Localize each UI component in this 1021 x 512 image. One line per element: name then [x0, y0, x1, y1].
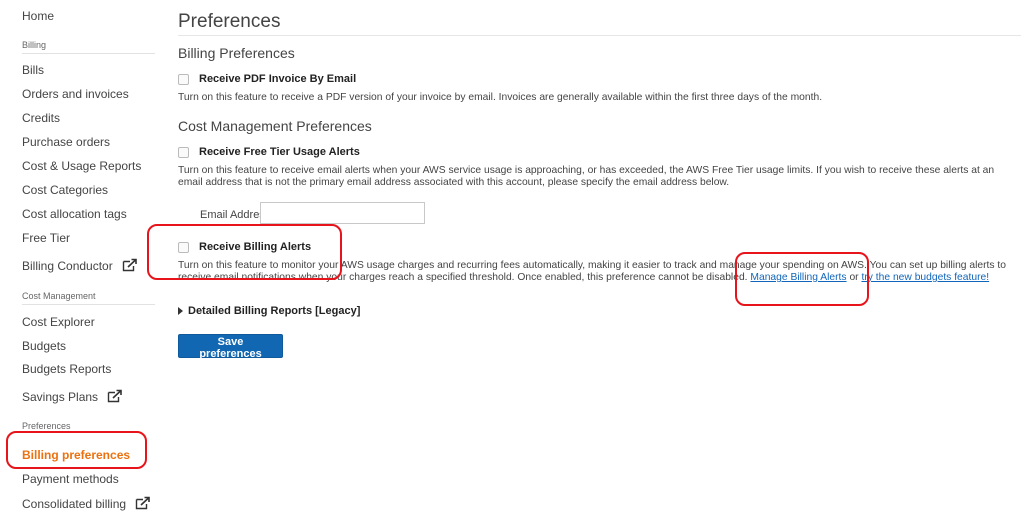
detailed-billing-reports-toggle[interactable]: Detailed Billing Reports [Legacy]	[178, 305, 360, 317]
manage-billing-alerts-link[interactable]: Manage Billing Alerts	[750, 272, 846, 283]
sidebar-item-label: Savings Plans	[22, 390, 99, 404]
billing-alerts-description: Turn on this feature to monitor your AWS…	[178, 260, 1018, 284]
billing-alerts-option: Receive Billing Alerts	[178, 240, 311, 254]
sidebar-item-cost-explorer[interactable]: Cost Explorer	[22, 315, 95, 329]
main-content: Preferences Billing Preferences Receive …	[178, 0, 1021, 512]
sidebar-item-orders-and-invoices[interactable]: Orders and invoices	[22, 87, 129, 101]
detailed-billing-reports-label: Detailed Billing Reports [Legacy]	[188, 305, 361, 317]
free-tier-alerts-checkbox[interactable]	[178, 146, 189, 158]
email-address-input[interactable]	[260, 202, 425, 224]
external-link-icon	[136, 496, 151, 510]
try-budgets-feature-link[interactable]: try the new budgets feature!	[861, 272, 989, 283]
external-link-icon	[122, 258, 137, 272]
sidebar-item-budgets[interactable]: Budgets	[22, 339, 66, 353]
pdf-invoice-description: Turn on this feature to receive a PDF ve…	[178, 92, 823, 103]
sidebar-item-billing-preferences[interactable]: Billing preferences	[22, 448, 130, 462]
sidebar-item-cost-categories[interactable]: Cost Categories	[22, 183, 108, 197]
sidebar-item-label: Billing Conductor	[22, 259, 113, 273]
sidebar-divider	[22, 53, 155, 54]
pdf-invoice-option: Receive PDF Invoice By Email	[178, 72, 356, 86]
external-link-icon	[108, 389, 123, 403]
or-text: or	[849, 272, 859, 283]
page-title: Preferences	[178, 11, 281, 32]
billing-preferences-heading: Billing Preferences	[178, 45, 295, 61]
sidebar-item-free-tier[interactable]: Free Tier	[22, 231, 70, 245]
sidebar-item-billing-conductor[interactable]: Billing Conductor	[22, 258, 138, 273]
sidebar-section-cost-management: Cost Management	[22, 291, 96, 301]
sidebar: Home Billing Bills Orders and invoices C…	[0, 0, 160, 512]
billing-alerts-description-line1: Turn on this feature to monitor your AWS…	[178, 260, 1007, 271]
sidebar-item-home[interactable]: Home	[22, 9, 54, 23]
sidebar-item-label: Consolidated billing	[22, 497, 127, 511]
free-tier-alerts-label: Receive Free Tier Usage Alerts	[199, 146, 360, 158]
free-tier-alerts-description: Turn on this feature to receive email al…	[178, 165, 995, 188]
sidebar-section-preferences: Preferences	[22, 421, 71, 431]
sidebar-item-budgets-reports[interactable]: Budgets Reports	[22, 362, 111, 376]
sidebar-divider	[22, 304, 155, 305]
billing-alerts-description-line2: receive email notifications when your ch…	[178, 272, 748, 283]
cost-management-preferences-heading: Cost Management Preferences	[178, 118, 372, 134]
save-preferences-button[interactable]: Save preferences	[178, 334, 283, 360]
free-tier-alerts-option: Receive Free Tier Usage Alerts	[178, 145, 360, 159]
sidebar-item-bills[interactable]: Bills	[22, 63, 44, 77]
sidebar-item-purchase-orders[interactable]: Purchase orders	[22, 135, 110, 149]
sidebar-item-payment-methods[interactable]: Payment methods	[22, 472, 119, 486]
sidebar-item-cost-usage-reports[interactable]: Cost & Usage Reports	[22, 159, 141, 173]
sidebar-item-savings-plans[interactable]: Savings Plans	[22, 389, 123, 404]
sidebar-section-billing: Billing	[22, 40, 47, 50]
sidebar-item-cost-allocation-tags[interactable]: Cost allocation tags	[22, 207, 127, 221]
title-divider	[178, 35, 1021, 36]
pdf-invoice-checkbox[interactable]	[178, 73, 189, 85]
pdf-invoice-label: Receive PDF Invoice By Email	[199, 73, 357, 85]
sidebar-item-consolidated-billing[interactable]: Consolidated billing	[22, 496, 151, 511]
billing-alerts-checkbox[interactable]	[178, 241, 189, 253]
billing-alerts-label: Receive Billing Alerts	[199, 241, 312, 253]
sidebar-item-credits[interactable]: Credits	[22, 111, 60, 125]
caret-right-icon	[178, 307, 183, 315]
